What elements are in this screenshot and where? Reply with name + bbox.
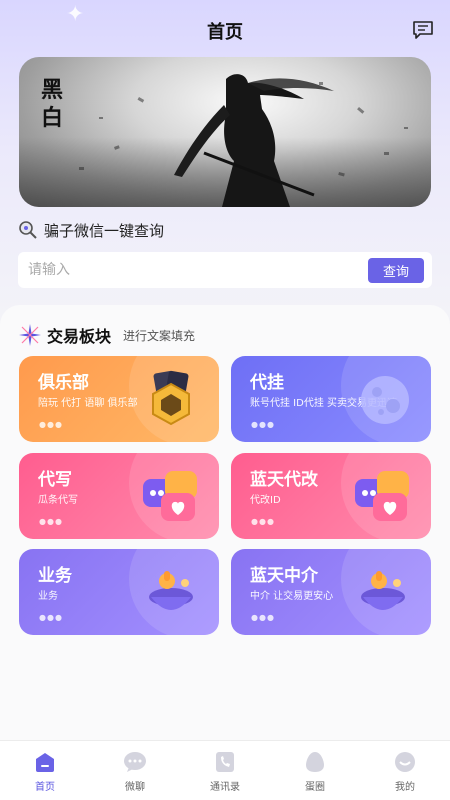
moon-icon: [361, 376, 409, 424]
header: 首页: [0, 0, 450, 58]
tab-label: 蛋圈: [305, 782, 325, 793]
banner-title: 黑 白: [40, 78, 63, 131]
tab-profile[interactable]: 我的: [360, 741, 450, 800]
banner-image[interactable]: 黑 白: [19, 57, 431, 207]
card-desc: 陪玩 代打 语聊 俱乐部: [38, 398, 138, 409]
profile-icon: [395, 752, 415, 772]
section-title: 交易板块: [47, 327, 112, 346]
section-header: 交易板块 进行文案填充: [19, 323, 195, 347]
tab-label: 通讯录: [210, 782, 240, 793]
heart-chat-icon: [355, 471, 409, 521]
magnifier-icon: [19, 221, 37, 239]
home-icon: [36, 753, 54, 772]
card-dots: ●●●: [39, 613, 63, 622]
card-dots: ●●●: [39, 517, 63, 526]
trade-panel: 交易板块 进行文案填充 俱乐部 陪玩 代打 语聊 俱乐部 ●●● 代挂 账号代挂…: [0, 305, 450, 740]
tab-egg[interactable]: 蛋圈: [270, 741, 360, 800]
badge-icon: [152, 370, 190, 426]
gift-box-icon: [149, 571, 193, 610]
card-writing[interactable]: 代写 瓜条代写 ●●●: [19, 453, 219, 539]
section-subtitle: 进行文案填充: [123, 328, 196, 343]
card-dots: ●●●: [39, 420, 63, 429]
search-bar: 查询: [18, 252, 432, 288]
card-business[interactable]: 业务 业务 ●●●: [19, 549, 219, 635]
bottom-tab-bar: 首页 微聊 通讯录 蛋圈 我的: [0, 740, 450, 800]
lookup-label: 骗子微信一键查询: [44, 221, 165, 240]
card-title: 俱乐部: [38, 373, 89, 393]
card-desc: 业务: [38, 591, 58, 602]
card-title: 代写: [38, 470, 72, 490]
card-title: 蓝天代改: [250, 470, 318, 490]
card-title: 蓝天中介: [250, 566, 318, 586]
tab-label: 首页: [35, 782, 55, 793]
card-desc: 瓜条代写: [38, 495, 78, 506]
search-input[interactable]: [28, 258, 358, 282]
tab-chat[interactable]: 微聊: [90, 741, 180, 800]
card-dots: ●●●: [251, 420, 275, 429]
card-dots: ●●●: [251, 517, 275, 526]
card-title: 代挂: [250, 373, 284, 393]
star-burst-icon: [19, 324, 41, 346]
message-icon[interactable]: [412, 20, 434, 40]
tab-contacts[interactable]: 通讯录: [180, 741, 270, 800]
tab-home[interactable]: 首页: [0, 741, 90, 800]
egg-icon: [306, 752, 324, 772]
card-club[interactable]: 俱乐部 陪玩 代打 语聊 俱乐部 ●●●: [19, 356, 219, 442]
card-id-change[interactable]: 蓝天代改 代改ID ●●●: [231, 453, 431, 539]
page-title: 首页: [207, 22, 243, 43]
card-dots: ●●●: [251, 613, 275, 622]
heart-chat-icon: [143, 471, 197, 521]
card-desc: 代改ID: [250, 495, 281, 506]
chat-icon: [124, 752, 146, 772]
scam-lookup[interactable]: 骗子微信一键查询: [18, 219, 164, 241]
warrior-silhouette: [174, 74, 334, 207]
tab-label: 微聊: [125, 782, 145, 793]
search-button[interactable]: 查询: [368, 258, 424, 283]
contacts-icon: [216, 752, 234, 772]
card-hosting[interactable]: 代挂 账号代挂 ID代挂 买卖交易更迅速 ●●●: [231, 356, 431, 442]
tab-label: 我的: [395, 782, 415, 793]
card-escrow[interactable]: 蓝天中介 中介 让交易更安心 ●●●: [231, 549, 431, 635]
gift-box-icon: [361, 571, 405, 610]
card-desc: 中介 让交易更安心: [250, 591, 334, 602]
card-title: 业务: [38, 566, 72, 586]
